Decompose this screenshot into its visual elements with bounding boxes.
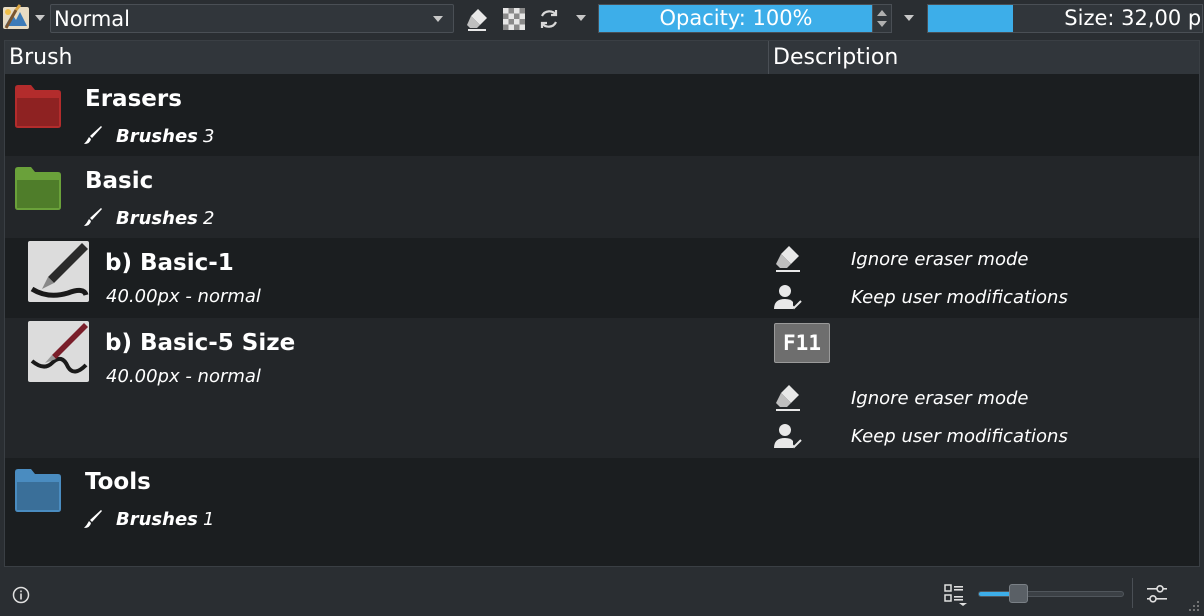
preset-title: b) Basic-1: [105, 250, 234, 276]
preset-subtitle: 40.00px - normal: [106, 286, 261, 307]
preset-thumbnail: [28, 321, 89, 382]
spin-down-icon[interactable]: [877, 21, 887, 27]
folder-icon: [15, 167, 61, 210]
desc-text: Ignore eraser mode: [851, 388, 1029, 409]
category-title: Tools: [85, 469, 151, 495]
brush-icon: [84, 510, 102, 528]
spin-up-icon[interactable]: [877, 10, 887, 16]
brush-count: 2: [203, 208, 215, 229]
preset-title: b) Basic-5 Size: [105, 330, 296, 356]
preset-row[interactable]: b) Basic-5 Size 40.00px - normal F11 Ign…: [5, 318, 1199, 458]
desc-text: Keep user modifications: [851, 287, 1068, 308]
category-erasers[interactable]: Erasers Brushes 3: [5, 74, 1199, 156]
category-tools[interactable]: Tools Brushes 1: [5, 458, 1199, 540]
folder-icon: [15, 469, 61, 512]
brush-preset-icon[interactable]: [2, 4, 30, 32]
brushes-label: Brushes: [116, 208, 198, 229]
reload-dropdown-arrow[interactable]: [576, 15, 586, 21]
eraser-icon[interactable]: [465, 7, 489, 31]
zoom-slider[interactable]: [978, 591, 1124, 597]
status-bar: [0, 570, 1204, 616]
category-basic[interactable]: Basic Brushes 2: [5, 156, 1199, 238]
blend-mode-value: Normal: [54, 7, 130, 31]
toolbar: Normal Opacity: 100% Size: 32,00 px: [0, 0, 1204, 38]
brush-icon: [84, 208, 102, 226]
zoom-slider-handle[interactable]: [1009, 584, 1028, 603]
brushes-label: Brushes: [116, 509, 198, 530]
header-description[interactable]: Description: [769, 41, 1199, 74]
brush-icon: [84, 126, 102, 144]
info-icon[interactable]: [12, 586, 30, 604]
preset-row[interactable]: b) Basic-1 40.00px - normal Ignore erase…: [5, 238, 1199, 318]
desc-text: Keep user modifications: [851, 426, 1068, 447]
divider: [1132, 578, 1133, 608]
opacity-spinner[interactable]: [872, 5, 891, 32]
brushes-label: Brushes: [116, 126, 198, 147]
view-mode-icon[interactable]: [944, 584, 968, 606]
preset-thumbnail: [28, 241, 89, 302]
header-brush[interactable]: Brush: [5, 41, 768, 74]
preset-dropdown-arrow[interactable]: [35, 15, 45, 21]
opacity-slider[interactable]: Opacity: 100%: [598, 4, 892, 33]
brush-count: 1: [203, 509, 215, 530]
checkerboard-icon[interactable]: [502, 7, 526, 31]
opacity-label: Opacity: 100%: [659, 6, 813, 30]
user-check-icon: [774, 285, 802, 310]
category-title: Erasers: [85, 86, 182, 112]
desc-text: Ignore eraser mode: [851, 249, 1029, 270]
reload-icon[interactable]: [537, 7, 561, 31]
category-title: Basic: [85, 168, 154, 194]
eraser-icon: [776, 246, 800, 272]
size-slider[interactable]: Size: 32,00 px: [927, 4, 1203, 33]
eraser-icon: [776, 385, 800, 411]
resize-grip-icon[interactable]: [1188, 600, 1200, 612]
brush-tree[interactable]: Brush Description Erasers Brushes 3 Basi…: [4, 40, 1200, 567]
table-header: Brush Description: [5, 41, 1199, 74]
chevron-down-icon: [433, 16, 443, 22]
opacity-dropdown-arrow[interactable]: [904, 15, 914, 21]
brush-count: 3: [203, 126, 215, 147]
shortcut-badge: F11: [774, 323, 830, 363]
user-check-icon: [774, 424, 802, 449]
folder-icon: [15, 85, 61, 128]
size-label: Size: 32,00 px: [1064, 6, 1203, 30]
blend-mode-combo[interactable]: Normal: [50, 4, 454, 33]
preset-subtitle: 40.00px - normal: [106, 366, 261, 387]
settings-sliders-icon[interactable]: [1146, 584, 1168, 604]
